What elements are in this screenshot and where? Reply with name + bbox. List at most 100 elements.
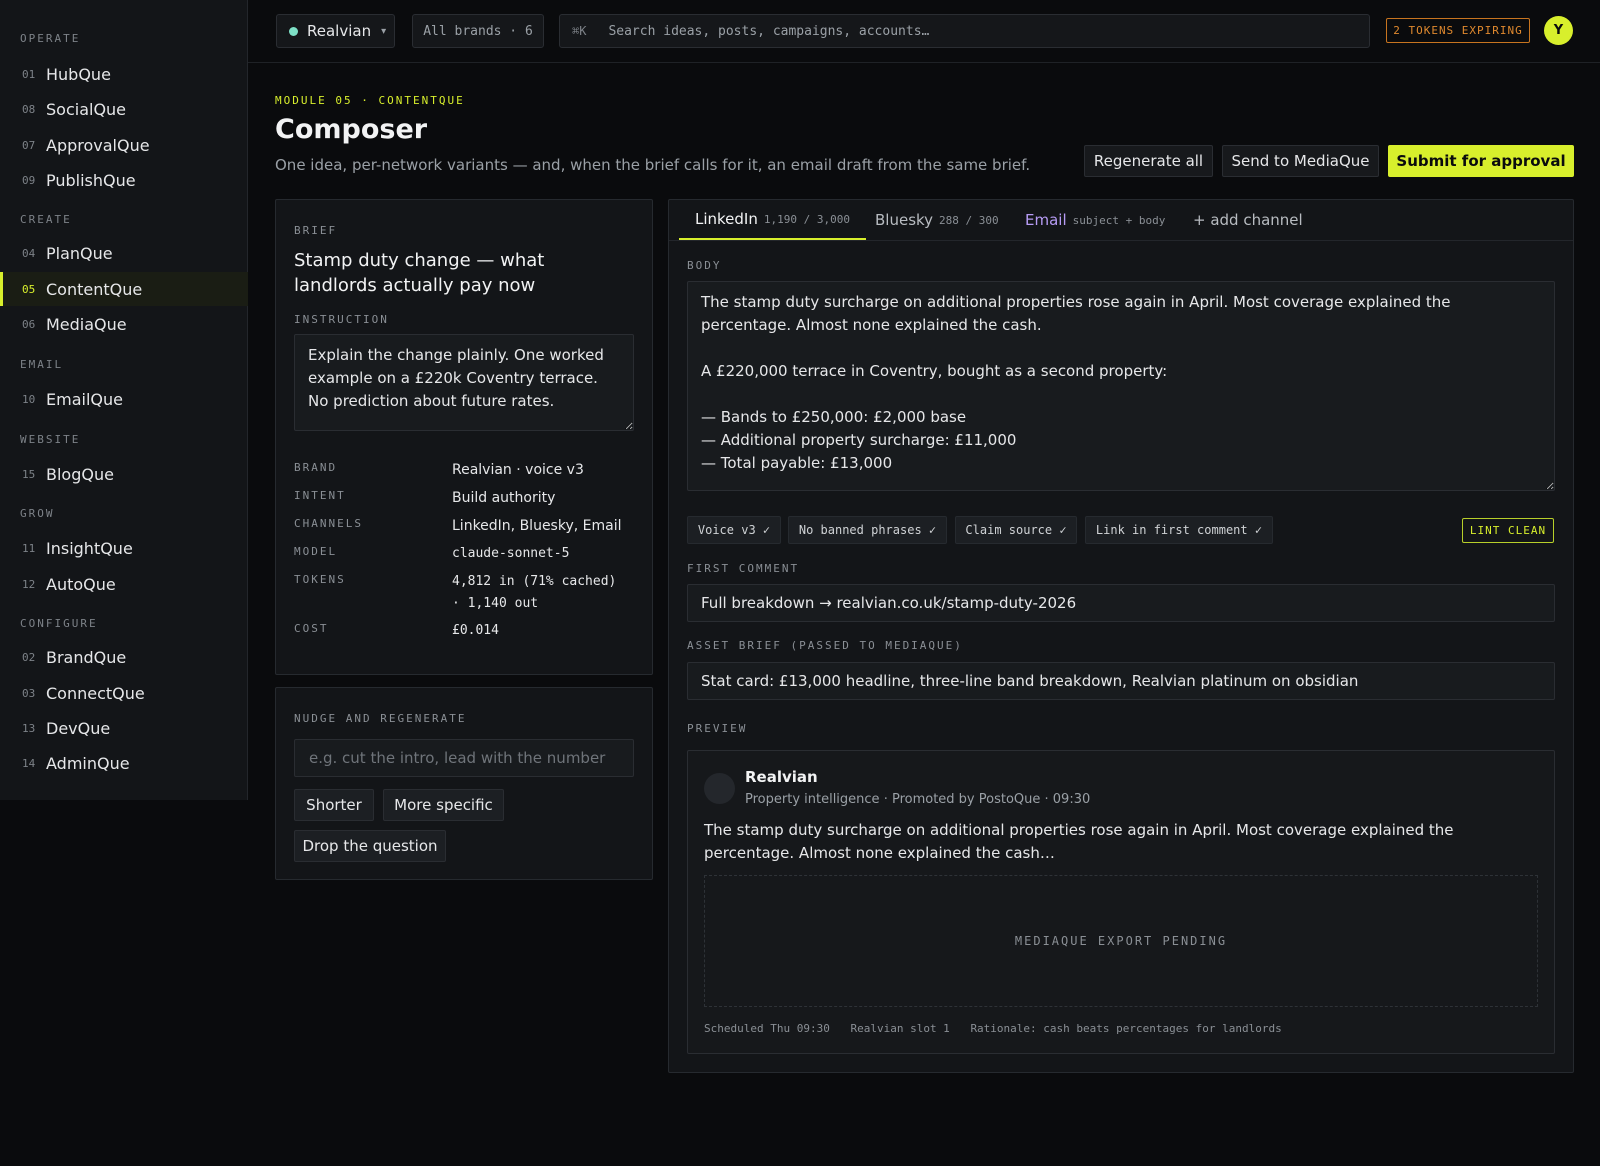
tab-bluesky[interactable]: Bluesky 288 / 300 — [875, 200, 999, 240]
sidebar-item-connectque[interactable]: 03 ConnectQue — [0, 676, 248, 710]
meta-brand-value: Realvian · voice v3 — [452, 462, 584, 478]
sidebar-item-number: 14 — [22, 756, 36, 770]
sidebar-item-autoque[interactable]: 12 AutoQue — [0, 567, 248, 601]
lint-link-first-comment: Link in first comment ✓ — [1085, 516, 1273, 544]
submit-for-approval-button[interactable]: Submit for approval — [1388, 145, 1574, 177]
regenerate-all-button[interactable]: Regenerate all — [1084, 145, 1213, 177]
lint-claim-source: Claim source ✓ — [955, 516, 1077, 544]
meta-model-key: MODEL — [294, 545, 338, 558]
body-caption: BODY — [687, 259, 722, 272]
sidebar-item-socialque[interactable]: 08 SocialQue — [0, 92, 248, 126]
meta-cost-value: £0.014 — [452, 623, 499, 638]
tab-email[interactable]: Email subject + body — [1025, 200, 1165, 240]
editor-card: LinkedIn 1,190 / 3,000 Bluesky 288 / 300… — [668, 199, 1574, 1073]
meta-tokens-value-out: · 1,140 out — [452, 596, 539, 611]
preview-scheduled: Scheduled Thu 09:30 — [704, 1022, 830, 1035]
sidebar-item-number: 12 — [22, 577, 36, 591]
sidebar-item-label: MediaQue — [46, 314, 127, 334]
sidebar-section-configure: CONFIGURE — [20, 617, 98, 630]
sidebar-item-devque[interactable]: 13 DevQue — [0, 711, 248, 745]
sidebar-item-number: 15 — [22, 467, 36, 481]
sidebar-item-planque[interactable]: 04 PlanQue — [0, 236, 248, 270]
more-specific-button[interactable]: More specific — [383, 789, 504, 821]
avatar — [704, 773, 735, 804]
tokens-expiring-badge[interactable]: 2 TOKENS EXPIRING — [1386, 18, 1530, 43]
sidebar-item-adminque[interactable]: 14 AdminQue — [0, 746, 248, 780]
sidebar-item-number: 04 — [22, 246, 36, 260]
lint-banned-phrases: No banned phrases ✓ — [788, 516, 947, 544]
tab-email-label: Email — [1025, 211, 1067, 229]
sidebar-item-label: BlogQue — [46, 464, 114, 484]
meta-intent-key: INTENT — [294, 489, 346, 502]
asset-brief-field[interactable]: Stat card: £13,000 headline, three-line … — [687, 662, 1555, 700]
instruction-caption: INSTRUCTION — [294, 313, 389, 326]
sidebar-item-label: AutoQue — [46, 574, 116, 594]
sidebar-item-number: 05 — [22, 282, 36, 296]
add-channel-button[interactable]: + add channel — [1193, 200, 1303, 240]
sidebar-item-blogque[interactable]: 15 BlogQue — [0, 457, 248, 491]
topbar: Realvian ▾ All brands · 6 ⌘K 2 TOKENS EX… — [248, 0, 1600, 63]
meta-tokens-value: 4,812 in (71% cached) — [452, 574, 617, 589]
sidebar-item-publishque[interactable]: 09 PublishQue — [0, 163, 248, 197]
meta-model-value: claude-sonnet-5 — [452, 546, 570, 561]
preview-text: The stamp duty surcharge on additional p… — [704, 821, 1454, 862]
search-input[interactable] — [608, 23, 1309, 39]
sidebar-item-label: HubQue — [46, 64, 111, 84]
module-label: MODULE 05 · CONTENTQUE — [275, 94, 465, 107]
drop-question-button[interactable]: Drop the question — [294, 830, 446, 862]
meta-tokens-key: TOKENS — [294, 573, 346, 586]
sidebar-item-number: 10 — [22, 392, 36, 406]
first-comment-field[interactable]: Full breakdown → realvian.co.uk/stamp-du… — [687, 584, 1555, 622]
search-bar[interactable]: ⌘K — [559, 14, 1370, 48]
sidebar-item-contentque[interactable]: 05 ContentQue — [0, 272, 248, 306]
instruction-textarea[interactable]: Explain the change plainly. One worked e… — [294, 334, 634, 431]
sidebar-section-create: CREATE — [20, 213, 72, 226]
preview-caption: PREVIEW — [687, 722, 748, 735]
brief-title: Stamp duty change — what landlords actua… — [294, 250, 545, 296]
sidebar-item-label: PublishQue — [46, 170, 136, 190]
sidebar-item-brandque[interactable]: 02 BrandQue — [0, 640, 248, 674]
sidebar-item-label: DevQue — [46, 718, 111, 738]
preview-slot: Realvian slot 1 — [850, 1022, 950, 1035]
sidebar-item-mediaque[interactable]: 06 MediaQue — [0, 307, 248, 341]
preview-footer: Scheduled Thu 09:30 Realvian slot 1 Rati… — [704, 1022, 1296, 1035]
tab-linkedin[interactable]: LinkedIn 1,190 / 3,000 — [679, 200, 866, 240]
sidebar-item-number: 09 — [22, 173, 36, 187]
sidebar-item-emailque[interactable]: 10 EmailQue — [0, 382, 248, 416]
page-title: Composer — [275, 114, 428, 145]
lint-voice: Voice v3 ✓ — [687, 516, 781, 544]
sidebar-item-label: SocialQue — [46, 99, 127, 119]
sidebar-item-label: InsightQue — [46, 538, 133, 558]
channel-tabs: LinkedIn 1,190 / 3,000 Bluesky 288 / 300… — [669, 200, 1573, 241]
sidebar-item-number: 03 — [22, 686, 36, 700]
user-avatar[interactable]: Y — [1544, 16, 1573, 45]
sidebar-section-grow: GROW — [20, 507, 55, 520]
sidebar-item-hubque[interactable]: 01 HubQue — [0, 57, 248, 91]
meta-channels-value: LinkedIn, Bluesky, Email — [452, 518, 622, 534]
meta-intent-value: Build authority — [452, 490, 556, 506]
sidebar: OPERATE 01 HubQue 08 SocialQue 07 Approv… — [0, 0, 248, 800]
shorter-button[interactable]: Shorter — [294, 789, 374, 821]
sidebar-item-label: PlanQue — [46, 243, 113, 263]
body-textarea[interactable]: The stamp duty surcharge on additional p… — [687, 281, 1555, 491]
sidebar-item-approvalque[interactable]: 07 ApprovalQue — [0, 128, 248, 162]
preview-rationale: Rationale: cash beats percentages for la… — [970, 1022, 1282, 1035]
page-subtitle: One idea, per-network variants — and, wh… — [275, 156, 1031, 174]
nudge-card: NUDGE AND REGENERATE Shorter More specif… — [275, 687, 653, 880]
meta-brand-key: BRAND — [294, 461, 338, 474]
brand-selector[interactable]: Realvian ▾ — [276, 14, 395, 48]
sidebar-item-number: 13 — [22, 721, 36, 735]
nudge-caption: NUDGE AND REGENERATE — [294, 712, 467, 725]
tab-bluesky-count: 288 / 300 — [939, 213, 999, 227]
sidebar-item-label: AdminQue — [46, 753, 130, 773]
meta-cost-key: COST — [294, 622, 329, 635]
tab-linkedin-count: 1,190 / 3,000 — [763, 212, 850, 226]
all-brands-pill[interactable]: All brands · 6 — [412, 14, 544, 48]
sidebar-section-operate: OPERATE — [20, 32, 81, 45]
sidebar-item-insightque[interactable]: 11 InsightQue — [0, 531, 248, 565]
sidebar-item-number: 06 — [22, 317, 36, 331]
preview-author-name: Realvian — [745, 768, 818, 786]
nudge-input[interactable] — [294, 739, 634, 777]
send-to-mediaque-button[interactable]: Send to MediaQue — [1222, 145, 1379, 177]
sidebar-item-label: ApprovalQue — [46, 135, 150, 155]
